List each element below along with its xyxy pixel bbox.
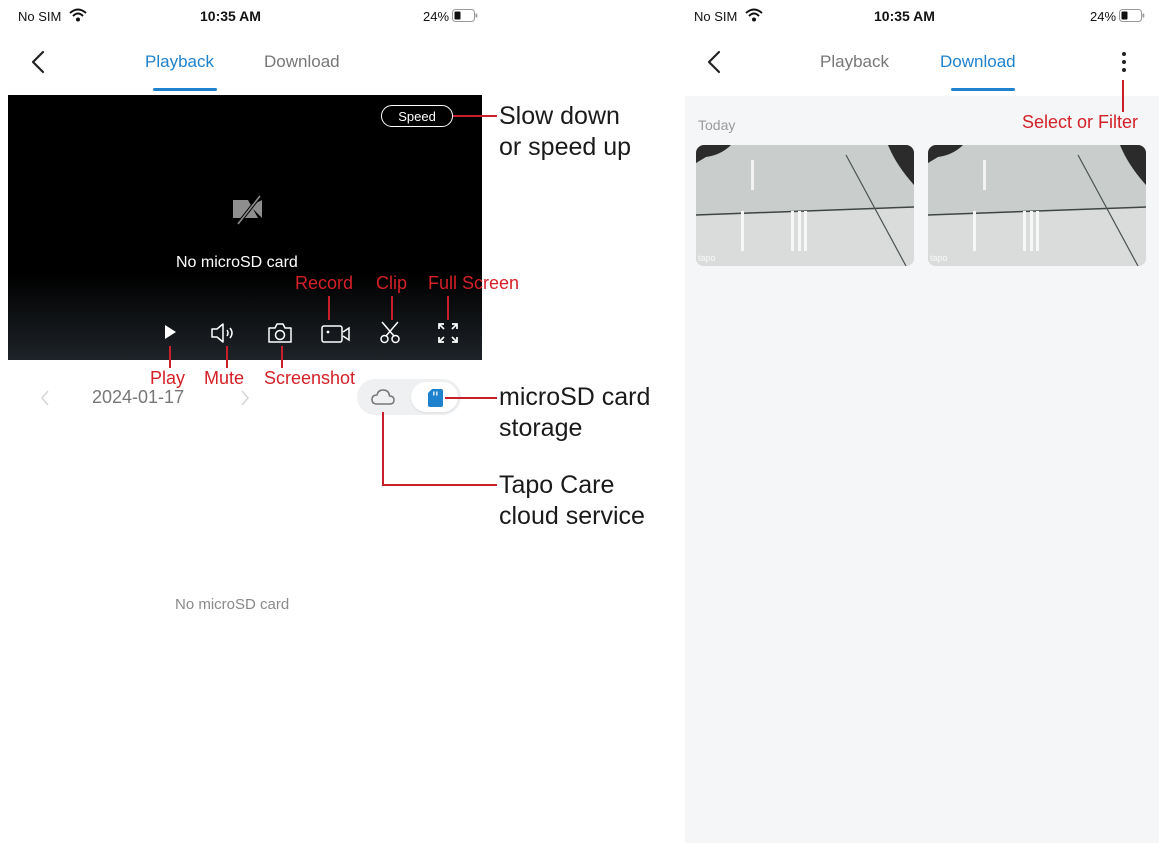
right-status-time: 10:35 AM [874,8,935,24]
tab-playback[interactable]: Playback [145,52,214,72]
mute-pointer [226,346,228,368]
battery-icon [1119,9,1145,22]
speed-callout-line [453,115,497,117]
section-label-today: Today [698,117,736,133]
fullscreen-pointer [447,296,449,320]
date-label[interactable]: 2024-01-17 [92,387,184,408]
cloud-callout: Tapo Care cloud service [499,470,645,532]
clip-pointer [391,296,393,320]
no-video-icon [230,194,266,226]
tab-underline [951,88,1015,91]
download-list: Today tapo tapo [685,96,1159,843]
speed-callout-line1: Slow down [499,102,620,130]
status-time: 10:35 AM [200,8,261,24]
cloud-icon[interactable] [370,388,396,406]
microsd-callout-line [445,397,497,399]
back-arrow-icon[interactable] [706,50,722,74]
tab-download[interactable]: Download [264,52,340,72]
fullscreen-icon[interactable] [437,322,459,344]
microsd-callout-line1: microSD card [499,383,651,411]
video-controls-gradient [8,275,482,360]
mute-label: Mute [204,368,245,388]
right-battery-percent: 24% [1090,9,1117,24]
thumbnail-watermark: tapo [698,253,716,263]
tab-download[interactable]: Download [940,52,1016,72]
battery-icon [452,9,478,22]
screenshot-label: Screenshot [264,368,356,388]
speed-button[interactable]: Speed [381,105,453,127]
cloud-callout-vline [382,412,384,486]
record-label: Record [295,273,354,293]
wifi-icon [745,8,763,22]
select-filter-pointer [1122,80,1124,112]
video-thumbnail[interactable]: tapo [696,145,914,266]
cloud-callout-line1: Tapo Care [499,471,615,499]
clip-label: Clip [376,273,408,293]
left-phone: No SIM 10:35 AM 24% Playback Download Sp… [0,0,490,843]
speed-callout: Slow down or speed up [499,101,631,163]
chevron-right-icon[interactable] [240,389,250,407]
cloud-callout-line2: cloud service [499,502,645,530]
wifi-icon [69,8,87,22]
select-filter-label: Select or Filter [1022,112,1139,132]
play-icon[interactable] [163,324,177,340]
volume-icon[interactable] [210,322,238,344]
player-message: No microSD card [176,254,298,271]
back-arrow-icon[interactable] [30,50,46,74]
video-player[interactable]: Speed No microSD card [8,95,482,360]
fullscreen-label: Full Screen [428,273,520,293]
status-carrier: No SIM [18,9,62,24]
battery-percent: 24% [423,9,450,24]
camera-icon[interactable] [267,322,293,344]
empty-state-message: No microSD card [175,596,290,613]
tab-underline [153,88,217,91]
tab-playback[interactable]: Playback [820,52,889,72]
speed-callout-line2: or speed up [499,133,632,161]
microsd-callout: microSD card storage [499,382,650,444]
play-pointer [169,346,171,368]
video-thumbnail[interactable]: tapo [928,145,1146,266]
sd-card-icon [428,389,443,407]
right-status-carrier: No SIM [694,9,738,24]
more-vertical-icon[interactable] [1121,51,1127,73]
record-icon[interactable] [321,324,351,344]
microsd-callout-line2: storage [499,414,583,442]
cloud-callout-hline [382,484,497,486]
thumbnail-watermark: tapo [930,253,948,263]
play-label: Play [150,368,186,388]
chevron-left-icon[interactable] [40,389,50,407]
screenshot-pointer [281,346,283,368]
record-pointer [328,296,330,320]
scissors-icon[interactable] [379,320,401,344]
